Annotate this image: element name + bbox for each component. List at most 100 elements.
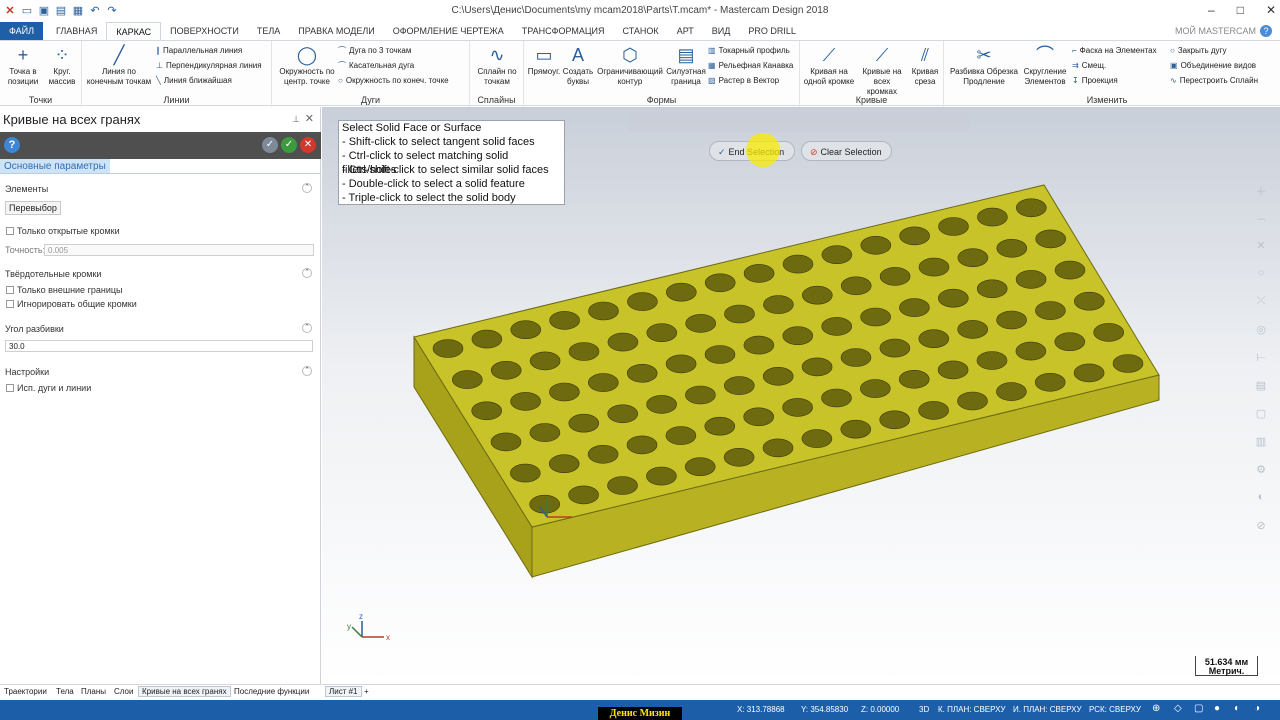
hole[interactable]	[879, 267, 911, 286]
hole[interactable]	[859, 379, 891, 398]
add-sheet-icon[interactable]: +	[364, 687, 369, 696]
hole[interactable]	[996, 239, 1028, 258]
stop-icon[interactable]: ⊘	[1252, 519, 1270, 547]
arc-3pt-button[interactable]: ⌒ Дуга по 3 точкам	[338, 44, 411, 58]
projection-button[interactable]: ↧ Проекция	[1072, 74, 1118, 88]
collapse-solid-edges-icon[interactable]: ⌃	[302, 268, 312, 278]
hole[interactable]	[724, 304, 755, 324]
hole[interactable]	[529, 351, 561, 371]
hole[interactable]	[471, 329, 503, 349]
tab-curves-all-faces[interactable]: Кривые на всех гранях	[138, 686, 231, 697]
hole[interactable]	[743, 335, 775, 355]
hole[interactable]	[782, 398, 813, 417]
shade-icon[interactable]: ◐	[1252, 491, 1270, 519]
cancel-icon[interactable]: ✕	[300, 137, 316, 153]
hole[interactable]	[490, 432, 522, 452]
hole[interactable]	[976, 279, 1008, 299]
ok-icon[interactable]: ✓	[281, 137, 297, 153]
hole[interactable]	[937, 360, 969, 380]
reselect-button[interactable]: Перевыбор	[5, 201, 61, 215]
hole[interactable]	[762, 438, 794, 458]
hole[interactable]	[918, 401, 949, 420]
hole[interactable]	[879, 410, 911, 430]
rectangle-button[interactable]: ▭ Прямоуг.	[526, 45, 562, 77]
hole[interactable]	[627, 292, 658, 311]
hole[interactable]	[801, 429, 833, 448]
use-arcs-lines-checkbox[interactable]: Исп. дуги и линии	[6, 383, 91, 393]
only-open-edges-checkbox[interactable]: Только открытые кромки	[6, 226, 120, 236]
tab-levels[interactable]: Слои	[114, 687, 133, 696]
hole[interactable]	[743, 407, 775, 427]
chamfer-button[interactable]: ⌐ Фаска на Элементах	[1072, 44, 1157, 58]
hole[interactable]	[860, 307, 891, 327]
grid-icon[interactable]: ▤	[1252, 379, 1270, 407]
closest-line-button[interactable]: ╲ Линия ближайшая	[156, 74, 232, 88]
hole[interactable]	[782, 254, 814, 274]
hole[interactable]	[1073, 363, 1105, 383]
curves-all-edges-button[interactable]: ⟋ Кривые на всех кромках	[858, 45, 906, 97]
tab-view[interactable]: ВИД	[703, 22, 740, 40]
hole[interactable]	[588, 301, 619, 321]
hole[interactable]	[762, 366, 794, 386]
measure-icon[interactable]: ⊢	[1252, 351, 1270, 379]
bounding-box-button[interactable]: ⬡ Ограничивающий контур	[594, 45, 666, 87]
hole[interactable]	[490, 360, 522, 380]
hole[interactable]	[685, 314, 717, 333]
autocursor-toolbar[interactable]	[628, 114, 970, 132]
hole[interactable]	[665, 354, 697, 374]
raster-vector-button[interactable]: ▧ Растер в Вектор	[708, 74, 779, 88]
hole[interactable]	[743, 264, 775, 283]
close-view-icon[interactable]: ✕	[1252, 239, 1270, 267]
hole[interactable]	[1035, 229, 1067, 249]
hole[interactable]	[549, 382, 580, 402]
hole[interactable]	[723, 447, 755, 467]
cube-icon[interactable]: ◇	[1174, 703, 1182, 714]
turn-profile-button[interactable]: ▥ Токарный профиль	[708, 44, 790, 58]
tolerance-field[interactable]: 0.005	[44, 244, 314, 256]
cplane-status[interactable]: К. ПЛАН: СВЕРХУ	[938, 705, 1006, 714]
globe-icon[interactable]: ⊕	[1152, 703, 1160, 714]
tab-prodrill[interactable]: PRO DRILL	[739, 22, 805, 40]
axis-icon[interactable]: ⤫	[1252, 295, 1270, 323]
tab-planes[interactable]: Планы	[81, 687, 106, 696]
hole[interactable]	[510, 392, 541, 411]
hole[interactable]	[587, 444, 619, 464]
layer-icon[interactable]: ▢	[1252, 407, 1270, 435]
panel-close-icon[interactable]: ✕	[305, 112, 314, 125]
hole[interactable]	[607, 476, 638, 495]
hole[interactable]	[1093, 323, 1125, 342]
silhouette-button[interactable]: ▤ Силуэтная граница	[664, 45, 708, 87]
curve-slice-button[interactable]: ⫽ Кривая среза	[908, 45, 942, 87]
line-endpoints-button[interactable]: ╱ Линия по конечным точкам	[84, 45, 154, 87]
parallel-line-button[interactable]: ∥ Параллельная линия	[156, 44, 242, 58]
tab-surfaces[interactable]: ПОВЕРХНОСТИ	[161, 22, 248, 40]
display-icon[interactable]: ◑	[1254, 703, 1260, 714]
hole[interactable]	[937, 288, 969, 308]
hole[interactable]	[684, 457, 716, 477]
hole[interactable]	[996, 382, 1027, 401]
spline-points-button[interactable]: ∿ Сплайн по точкам	[474, 45, 520, 87]
break-trim-button[interactable]: ✂ Разбивка Обрезка Продление	[948, 45, 1020, 87]
curve-one-edge-button[interactable]: ⟋ Кривая на одной кромке	[802, 45, 856, 87]
hole[interactable]	[1035, 301, 1066, 320]
hole[interactable]	[685, 385, 716, 405]
settings-icon[interactable]: ⚙	[1252, 463, 1270, 491]
hole[interactable]	[704, 273, 736, 293]
only-outer-checkbox[interactable]: Только внешние границы	[6, 285, 122, 295]
tab-file[interactable]: ФАЙЛ	[0, 22, 44, 40]
hole[interactable]	[898, 369, 930, 389]
hole[interactable]	[704, 416, 736, 436]
apply-icon[interactable]: ✓	[262, 137, 278, 153]
hole[interactable]	[646, 395, 677, 414]
hole[interactable]	[976, 351, 1008, 370]
hole[interactable]	[646, 323, 678, 342]
hole[interactable]	[548, 454, 580, 474]
tab-solids[interactable]: ТЕЛА	[248, 22, 289, 40]
tab-art[interactable]: АРТ	[668, 22, 703, 40]
hole[interactable]	[899, 298, 930, 317]
hole[interactable]	[801, 285, 833, 305]
z-coordinate[interactable]: Z: 0.00000	[861, 705, 899, 714]
collapse-settings-icon[interactable]: ⌃	[302, 366, 312, 376]
hole[interactable]	[879, 338, 911, 358]
perpendicular-line-button[interactable]: ⊥ Перпендикулярная линия	[156, 59, 262, 73]
